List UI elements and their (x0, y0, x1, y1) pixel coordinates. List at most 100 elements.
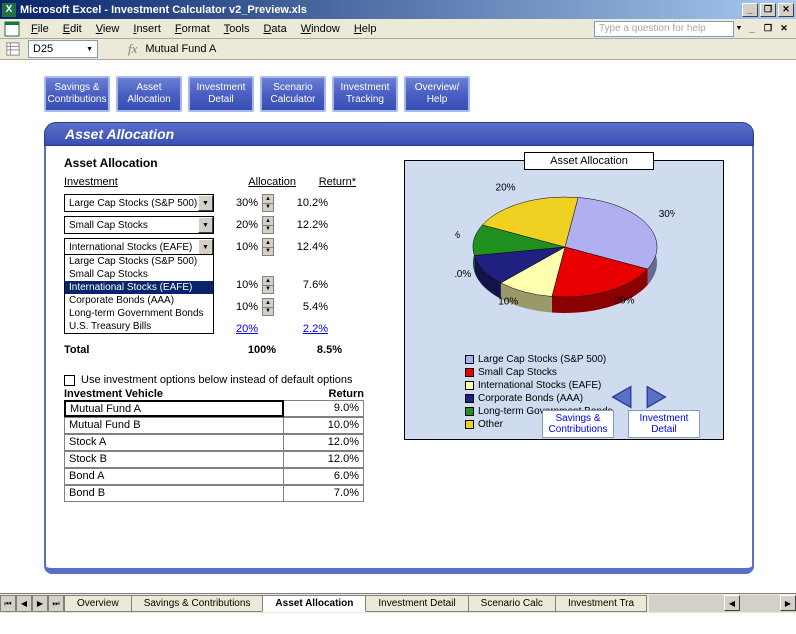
name-box-value: D25 (33, 43, 53, 55)
vehicle-return-cell[interactable]: 7.0% (284, 485, 364, 502)
allocation-spinner[interactable]: ▲▼ (262, 298, 274, 316)
name-box[interactable]: D25 ▼ (28, 40, 98, 58)
panel-title: Asset Allocation (44, 122, 754, 146)
fx-icon[interactable]: fx (128, 41, 137, 57)
menu-edit[interactable]: Edit (56, 21, 89, 37)
dropdown-option[interactable]: Corporate Bonds (AAA) (65, 294, 213, 307)
allocation-spinner[interactable]: ▲▼ (262, 276, 274, 294)
help-search-input[interactable]: Type a question for help (594, 21, 734, 37)
prev-arrow-icon[interactable] (610, 384, 636, 410)
vehicle-name-cell[interactable]: Bond A (64, 468, 284, 485)
doc-restore-button[interactable]: ❐ (760, 22, 776, 36)
col-header-return: Return* (296, 176, 356, 188)
nav-button[interactable]: Investment Tracking (332, 76, 398, 112)
sheet-tab[interactable]: Asset Allocation (262, 595, 366, 612)
menu-file[interactable]: File (24, 21, 56, 37)
tab-nav-last-icon[interactable]: ⏭ (48, 595, 64, 612)
return-value: 12.2% (274, 219, 334, 231)
dropdown-option[interactable]: U.S. Treasury Bills (65, 320, 213, 333)
nav-button[interactable]: Overview/ Help (404, 76, 470, 112)
vehicle-return-cell[interactable]: 6.0% (284, 468, 364, 485)
menu-insert[interactable]: Insert (126, 21, 168, 37)
svg-text:10%: 10% (455, 230, 460, 241)
namebox-dropdown-icon[interactable]: ▼ (86, 46, 93, 53)
formula-bar[interactable]: Mutual Fund A (145, 43, 216, 55)
sheet-tab[interactable]: Savings & Contributions (131, 595, 264, 612)
tab-nav-first-icon[interactable]: ⏮ (0, 595, 16, 612)
allocation-spinner[interactable]: ▲▼ (262, 216, 274, 234)
restore-button[interactable]: ❐ (760, 3, 776, 17)
sheet-tab[interactable]: Investment Tra (555, 595, 647, 612)
col-header-investment: Investment (64, 176, 232, 188)
doc-close-button[interactable]: ✕ (776, 22, 792, 36)
workbook-icon (4, 21, 20, 37)
chart-title: Asset Allocation (524, 152, 654, 170)
dropdown-option[interactable]: International Stocks (EAFE) (65, 281, 213, 294)
svg-text:30%: 30% (659, 209, 675, 220)
tab-nav-next-icon[interactable]: ▶ (32, 595, 48, 612)
total-allocation: 100% (214, 344, 276, 356)
sheet-tab[interactable]: Overview (64, 595, 132, 612)
nav-button[interactable]: Investment Detail (188, 76, 254, 112)
legend-label: International Stocks (EAFE) (478, 379, 601, 392)
vehicle-name-cell[interactable]: Mutual Fund A (64, 400, 284, 417)
nav-button[interactable]: Savings & Contributions (44, 76, 110, 112)
vehicle-name-cell[interactable]: Stock B (64, 451, 284, 468)
chevron-down-icon[interactable]: ▼ (198, 195, 213, 211)
nav-button[interactable]: Asset Allocation (116, 76, 182, 112)
vehicle-return-cell[interactable]: 10.0% (284, 417, 364, 434)
col-header-allocation: Allocation (232, 176, 296, 188)
menu-view[interactable]: View (89, 21, 127, 37)
use-custom-options-checkbox[interactable] (64, 375, 75, 386)
allocation-value: 10% (214, 241, 262, 253)
return-value[interactable]: 2.2% (274, 323, 334, 335)
menu-data[interactable]: Data (256, 21, 293, 37)
col-header-vehicle: Investment Vehicle (64, 388, 284, 400)
dropdown-option[interactable]: Large Cap Stocks (S&P 500) (65, 255, 213, 268)
section-title: Asset Allocation (64, 156, 384, 170)
investment-combo[interactable]: Large Cap Stocks (S&P 500)▼ (64, 194, 214, 212)
investment-dropdown-list[interactable]: Large Cap Stocks (S&P 500)Small Cap Stoc… (64, 254, 214, 334)
sheet-icon (4, 40, 22, 58)
pie-chart: 30%20%10%10%10%20% Large Cap Stocks (S&P… (404, 160, 724, 440)
next-arrow-icon[interactable] (642, 384, 668, 410)
svg-text:10%: 10% (498, 296, 518, 307)
dropdown-option[interactable]: Long-term Government Bonds (65, 307, 213, 320)
legend-label: Small Cap Stocks (478, 366, 557, 379)
excel-icon: X (2, 3, 16, 17)
vehicle-name-cell[interactable]: Bond B (64, 485, 284, 502)
total-return: 8.5% (276, 344, 342, 356)
chevron-down-icon[interactable]: ▼ (198, 239, 213, 255)
hscroll-right-icon[interactable]: ▶ (780, 595, 796, 611)
prev-sheet-link[interactable]: Savings & Contributions (542, 410, 614, 438)
close-button[interactable]: ✕ (778, 3, 794, 17)
dropdown-option[interactable]: Small Cap Stocks (65, 268, 213, 281)
sheet-tab[interactable]: Investment Detail (365, 595, 468, 612)
svg-text:20%: 20% (496, 182, 516, 193)
menu-format[interactable]: Format (168, 21, 217, 37)
minimize-button[interactable]: _ (742, 3, 758, 17)
vehicle-return-cell[interactable]: 12.0% (284, 434, 364, 451)
menu-tools[interactable]: Tools (217, 21, 257, 37)
help-dropdown-icon[interactable]: ▼ (734, 21, 744, 37)
vehicle-name-cell[interactable]: Stock A (64, 434, 284, 451)
allocation-spinner[interactable]: ▲▼ (262, 194, 274, 212)
allocation-spinner[interactable]: ▲▼ (262, 238, 274, 256)
menu-window[interactable]: Window (294, 21, 347, 37)
doc-minimize-button[interactable]: _ (744, 22, 760, 36)
vehicle-return-cell[interactable]: 12.0% (284, 451, 364, 468)
hscroll-left-icon[interactable]: ◀ (724, 595, 740, 611)
sheet-tab[interactable]: Scenario Calc (468, 595, 556, 612)
nav-button[interactable]: Scenario Calculator (260, 76, 326, 112)
legend-label: Large Cap Stocks (S&P 500) (478, 353, 606, 366)
svg-text:10%: 10% (455, 269, 471, 280)
next-sheet-link[interactable]: Investment Detail (628, 410, 700, 438)
chevron-down-icon[interactable]: ▼ (198, 217, 213, 233)
vehicle-return-cell[interactable]: 9.0% (284, 400, 364, 417)
vehicle-name-cell[interactable]: Mutual Fund B (64, 417, 284, 434)
allocation-value: 10% (214, 279, 262, 291)
menu-help[interactable]: Help (347, 21, 384, 37)
investment-combo[interactable]: Small Cap Stocks▼ (64, 216, 214, 234)
tab-nav-prev-icon[interactable]: ◀ (16, 595, 32, 612)
allocation-value[interactable]: 20% (214, 323, 262, 335)
